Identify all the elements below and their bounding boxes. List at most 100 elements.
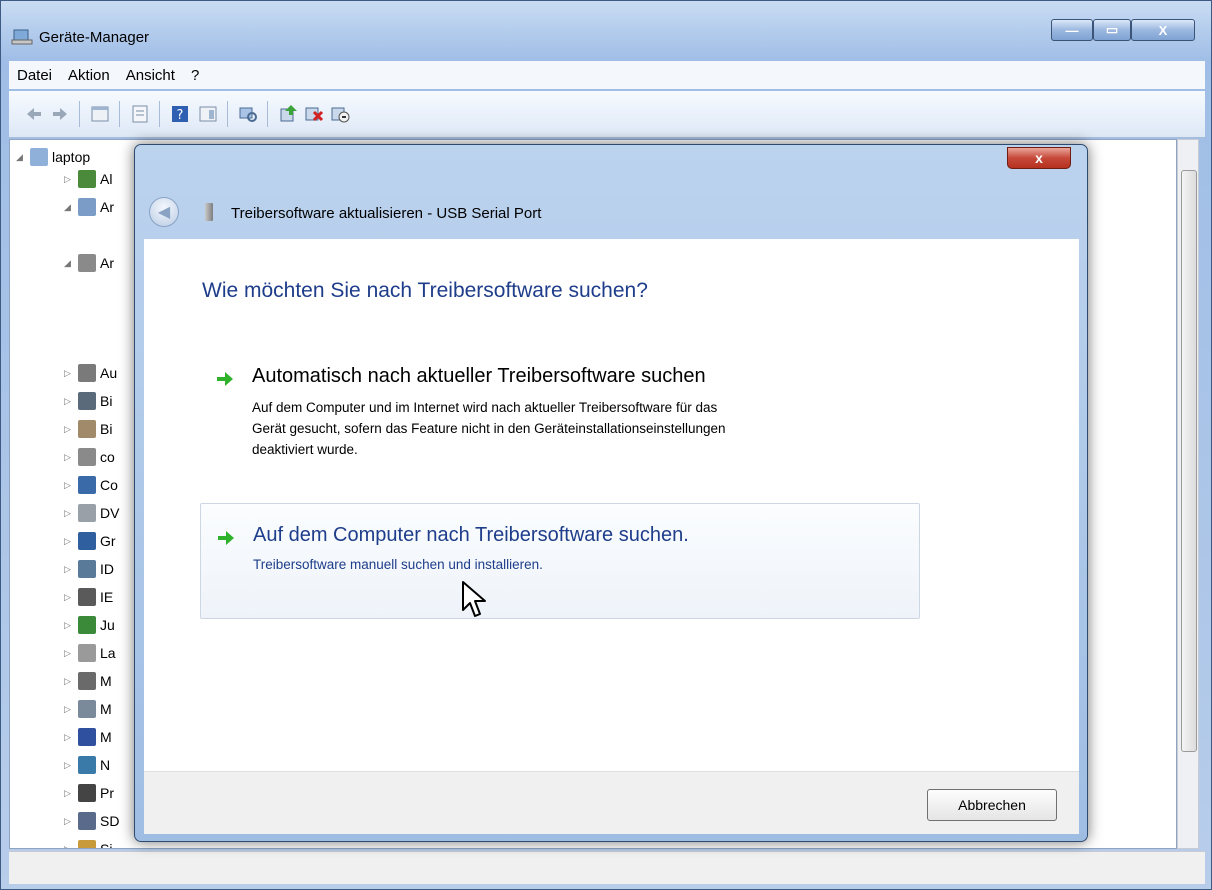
disable-device-icon[interactable] [329,103,351,125]
tree-item-label: M [100,673,112,689]
expand-toggle-icon[interactable]: ▷ [64,368,74,379]
tree-item-label: M [100,701,112,717]
menu-datei[interactable]: Datei [9,67,60,84]
status-bar [9,851,1205,884]
expand-toggle-icon[interactable]: ▷ [64,174,74,185]
tree-scrollbar[interactable] [1177,139,1199,849]
tree-item-label: Gr [100,533,116,549]
help-icon[interactable]: ? [169,103,191,125]
scan-hardware-icon[interactable] [237,103,259,125]
expand-toggle-icon[interactable]: ▷ [64,620,74,631]
tree-item[interactable]: ▷ Au [64,362,117,384]
menu-ansicht[interactable]: Ansicht [118,67,183,84]
tree-item-label: ID [100,561,114,577]
green-arrow-icon [217,372,233,386]
tree-item[interactable]: ▷ M [64,726,112,748]
device-category-icon [78,170,96,188]
expand-toggle-icon[interactable]: ▷ [64,480,74,491]
update-driver-icon[interactable] [277,103,299,125]
tree-root-label: laptop [52,149,91,165]
expand-toggle-icon[interactable]: ▷ [64,424,74,435]
show-hide-tree-icon[interactable] [89,103,111,125]
window-title: Geräte-Manager [39,29,150,46]
expand-toggle-icon[interactable]: ◢ [64,258,74,269]
properties-icon[interactable] [129,103,151,125]
forward-icon[interactable] [49,103,71,125]
device-category-icon [78,364,96,382]
tree-item-label: Bi [100,421,113,437]
menu-aktion[interactable]: Aktion [60,67,118,84]
expand-toggle-icon[interactable]: ▷ [64,592,74,603]
title-bar[interactable]: Geräte-Manager — ▭ X [1,1,1211,59]
close-button[interactable]: X [1131,19,1195,41]
expand-toggle-icon[interactable]: ▷ [64,396,74,407]
tree-item-label: Ju [100,617,115,633]
option-description-line: Auf dem Computer und im Internet wird na… [252,400,718,415]
expand-toggle-icon[interactable]: ▷ [64,676,74,687]
tree-item[interactable]: ▷ Si [64,838,112,849]
tree-item-label: Ar [100,255,114,271]
tree-item[interactable]: ▷ DV [64,502,119,524]
tree-item-label: SD [100,813,120,829]
tree-item[interactable]: ◢ Ar [64,252,114,274]
dialog-close-button[interactable]: x [1007,147,1071,169]
tree-item[interactable]: ▷ ID [64,558,114,580]
tree-item[interactable]: ▷ Bi [64,418,112,440]
uninstall-device-icon[interactable] [303,103,325,125]
maximize-button[interactable]: ▭ [1093,19,1131,41]
tree-item[interactable]: ▷ Al [64,168,112,190]
tree-item[interactable]: ▷ IE [64,586,113,608]
tree-item-label: M [100,729,112,745]
tree-item[interactable]: ◢ Ar [64,196,114,218]
tree-root[interactable]: ◢ laptop [16,146,90,168]
tree-item-label: Bi [100,393,113,409]
expand-toggle-icon[interactable]: ▷ [64,732,74,743]
device-category-icon [78,420,96,438]
tree-item[interactable]: ▷ M [64,698,112,720]
tree-item[interactable]: ▷ co [64,446,115,468]
svg-text:?: ? [177,108,184,123]
tree-item-label: IE [100,589,114,605]
action-pane-icon[interactable] [197,103,219,125]
expand-toggle-icon[interactable]: ◢ [64,202,74,213]
tree-item[interactable]: ▷ Bi [64,390,112,412]
expand-toggle-icon[interactable]: ▷ [64,508,74,519]
minimize-button[interactable]: — [1051,19,1093,41]
device-category-icon [78,476,96,494]
tree-item[interactable]: ▷ Co [64,474,118,496]
mouse-pointer-icon [462,581,486,617]
expand-toggle-icon[interactable]: ▷ [64,760,74,771]
expand-toggle-icon[interactable]: ▷ [64,788,74,799]
usb-device-icon [205,203,213,221]
scrollbar-thumb[interactable] [1181,170,1197,752]
device-category-icon [78,700,96,718]
tree-item[interactable]: ▷ M [64,670,112,692]
device-manager-icon [11,29,33,45]
tree-item-label: Co [100,477,118,493]
expand-toggle-icon[interactable]: ▷ [64,452,74,463]
device-category-icon [78,728,96,746]
green-arrow-icon [218,531,234,545]
expand-toggle-icon[interactable]: ▷ [64,648,74,659]
expand-toggle-icon[interactable]: ▷ [64,564,74,575]
expand-toggle-icon[interactable]: ▷ [64,844,74,849]
tree-item[interactable]: ▷ La [64,642,116,664]
tree-item[interactable]: ▷ Pr [64,782,114,804]
device-category-icon [78,644,96,662]
tree-item[interactable]: ▷ SD [64,810,119,832]
expand-toggle-icon[interactable]: ▷ [64,536,74,547]
back-arrow-icon[interactable]: ◀ [149,197,179,227]
tree-item[interactable]: ▷ Gr [64,530,116,552]
tree-item[interactable]: ▷ N [64,754,110,776]
cancel-button[interactable]: Abbrechen [927,789,1057,821]
tree-item-label: Al [100,171,113,187]
computer-icon [30,148,48,166]
expand-toggle-icon[interactable]: ▷ [64,816,74,827]
tree-item[interactable]: ▷ Ju [64,614,115,636]
expand-toggle-icon[interactable]: ▷ [64,704,74,715]
menu-help[interactable]: ? [183,67,207,84]
back-icon[interactable] [23,103,45,125]
option-search-automatically[interactable]: Automatisch nach aktueller Treibersoftwa… [200,363,920,473]
tree-item-label: DV [100,505,120,521]
option-browse-computer[interactable]: Auf dem Computer nach Treibersoftware su… [200,503,920,619]
